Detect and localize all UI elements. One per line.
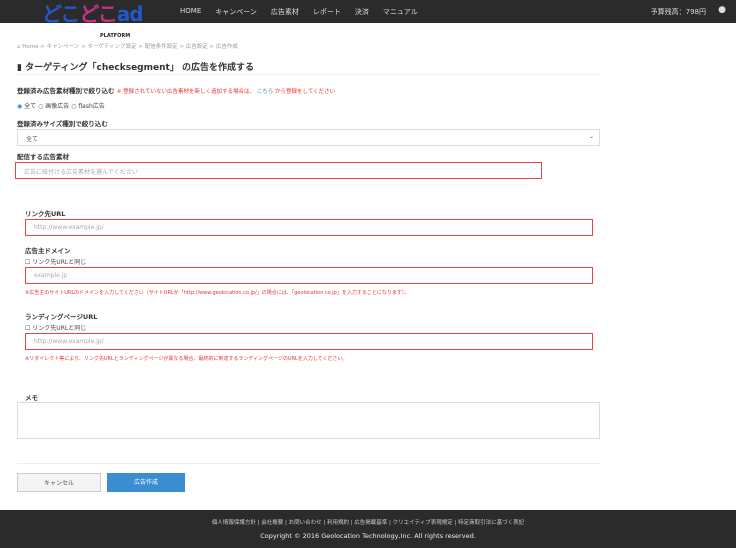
cancel-button[interactable]: キャンセル bbox=[17, 473, 101, 492]
page-title-text: ターゲティング「checksegment」 の広告を作成する bbox=[25, 63, 254, 73]
budget-balance: 予算残高：798円 bbox=[650, 8, 706, 16]
radio-image-label: 画像広告 bbox=[45, 103, 70, 110]
landing-hint: ※リダイレクト等により、リンク先URLとランディングページが異なる場合、最終的に… bbox=[25, 356, 348, 362]
filter-size-label: 登録済みサイズ種別で絞り込む bbox=[17, 120, 108, 128]
logo[interactable]: どこどこad PLATFORM bbox=[42, 3, 144, 39]
nav-campaign[interactable]: キャンペーン bbox=[215, 7, 257, 17]
link-url-label: リンク先URL bbox=[25, 210, 66, 218]
breadcrumb: ⌂ Home > キャンペーン > ターゲティング設定 > 配信条件設定 > 広… bbox=[17, 42, 238, 50]
landing-url-input[interactable]: http://www.example.jp/ bbox=[25, 333, 593, 350]
size-select[interactable]: 全て ⌄ bbox=[17, 129, 600, 146]
radio-image[interactable]: ○ bbox=[38, 103, 43, 110]
page-title: ▮ ターゲティング「checksegment」 の広告を作成する bbox=[17, 60, 254, 73]
create-ad-button[interactable]: 広告作成 bbox=[107, 473, 185, 492]
register-link[interactable]: こちら bbox=[257, 89, 274, 95]
nav-report[interactable]: レポート bbox=[313, 7, 341, 17]
filter-type-label: 登録済み広告素材種別で絞り込む ※ 登録されていない広告素材を新しく追加する場合… bbox=[17, 87, 336, 95]
size-select-value: 全て bbox=[26, 136, 39, 143]
nav-payment[interactable]: 決済 bbox=[355, 7, 369, 17]
nav-home[interactable]: HOME bbox=[180, 7, 201, 17]
nav-manual[interactable]: マニュアル bbox=[383, 7, 418, 17]
footer-links[interactable]: 個人情報保護方針 | 会社概要 | お問い合わせ | 利用規約 | 広告掲載基準… bbox=[0, 518, 736, 526]
link-url-input[interactable]: http://www.example.jp/ bbox=[25, 219, 593, 236]
domain-input[interactable]: example.jp bbox=[25, 267, 593, 284]
type-radio-group: ◉ 全て ○ 画像広告 ○ flash広告 bbox=[17, 101, 105, 110]
memo-textarea[interactable] bbox=[17, 402, 600, 439]
domain-same-checkbox[interactable]: ☐ リンク先URLと同じ bbox=[25, 257, 86, 266]
memo-label: メモ bbox=[25, 394, 38, 402]
radio-all[interactable]: ◉ bbox=[17, 103, 22, 110]
radio-flash[interactable]: ○ bbox=[71, 103, 76, 110]
landing-same-checkbox[interactable]: ☐ リンク先URLと同じ bbox=[25, 323, 86, 332]
landing-label: ランディングページURL bbox=[25, 313, 98, 321]
material-select[interactable]: 広告に紐付ける広告素材を選んでください bbox=[15, 162, 542, 179]
user-icon[interactable]: ● bbox=[718, 5, 726, 15]
radio-flash-label: flash広告 bbox=[78, 103, 105, 110]
main-nav: HOME キャンペーン 広告素材 レポート 決済 マニュアル bbox=[180, 7, 418, 17]
chevron-down-icon: ⌄ bbox=[588, 133, 594, 140]
breadcrumb-text[interactable]: Home > キャンペーン > ターゲティング設定 > 配信条件設定 > 広告設… bbox=[22, 44, 238, 50]
domain-label: 広告主ドメイン bbox=[25, 247, 71, 255]
nav-ad-material[interactable]: 広告素材 bbox=[271, 7, 299, 17]
footer: 個人情報保護方針 | 会社概要 | お問い合わせ | 利用規約 | 広告掲載基準… bbox=[0, 510, 736, 548]
copyright: Copyright © 2016 Geolocation Technology,… bbox=[260, 532, 476, 540]
domain-hint: ※広告主のサイトURLのドメインを入力してください（サイトURLが「http:/… bbox=[25, 290, 410, 296]
material-label: 配信する広告素材 bbox=[17, 153, 69, 161]
radio-all-label: 全て bbox=[24, 103, 37, 110]
document-icon: ▮ bbox=[17, 63, 26, 73]
